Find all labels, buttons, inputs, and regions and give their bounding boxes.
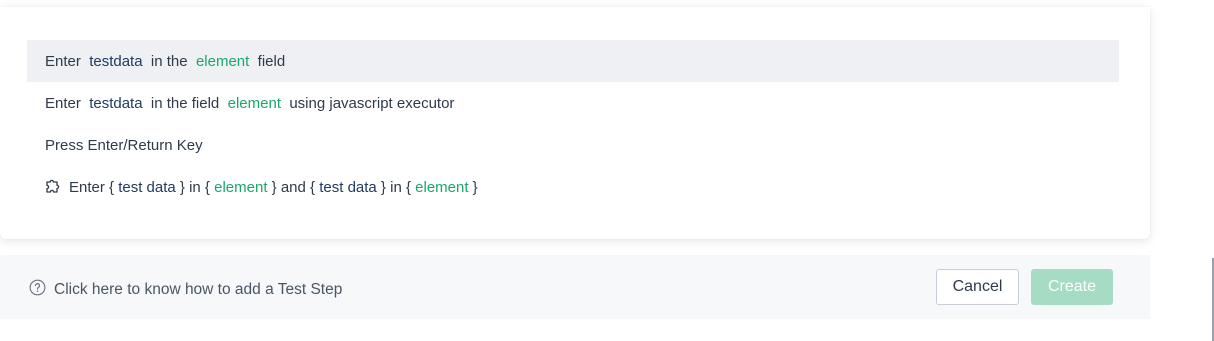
option-text: } in {: [376, 178, 416, 196]
option-text: } and {: [267, 178, 320, 196]
suggestion-press-enter[interactable]: Press Enter/Return Key: [27, 124, 1119, 166]
element-param: element: [195, 52, 250, 70]
cancel-button[interactable]: Cancel: [936, 269, 1019, 305]
puzzle-piece-icon: [45, 179, 61, 195]
option-text: in the: [142, 52, 196, 70]
element-param: element: [227, 94, 281, 112]
testdata-param: testdata: [89, 94, 143, 112]
suggestion-enter-testdata-field[interactable]: Enter testdata in the element field: [27, 40, 1119, 82]
option-text: in the field: [142, 94, 228, 112]
testdata-param: testdata: [89, 52, 143, 70]
question-circle-icon: [29, 279, 54, 301]
element-param: element: [214, 178, 268, 196]
option-text: Enter: [45, 52, 90, 70]
option-text: Enter {: [69, 178, 119, 196]
create-button[interactable]: Create: [1031, 269, 1113, 305]
testdata-param: test data: [118, 178, 176, 196]
dialog-footer: Click here to know how to add a Test Ste…: [0, 255, 1150, 319]
suggestion-enter-two-fields[interactable]: Enter { test data } in { element } and {…: [27, 166, 1119, 208]
option-text: using javascript executor: [281, 94, 455, 112]
suggestion-enter-testdata-js[interactable]: Enter testdata in the field element usin…: [27, 82, 1119, 124]
option-text: field: [249, 52, 286, 70]
element-param: element: [415, 178, 469, 196]
option-text: Press Enter/Return Key: [45, 136, 203, 154]
testdata-param: test data: [319, 178, 377, 196]
step-suggestions-dropdown: Enter testdata in the element field Ente…: [0, 7, 1150, 239]
option-text: Enter: [45, 94, 90, 112]
option-text: }: [468, 178, 478, 196]
help-link[interactable]: Click here to know how to add a Test Ste…: [29, 279, 342, 301]
option-text: } in {: [175, 178, 215, 196]
help-link-text: Click here to know how to add a Test Ste…: [54, 281, 343, 298]
